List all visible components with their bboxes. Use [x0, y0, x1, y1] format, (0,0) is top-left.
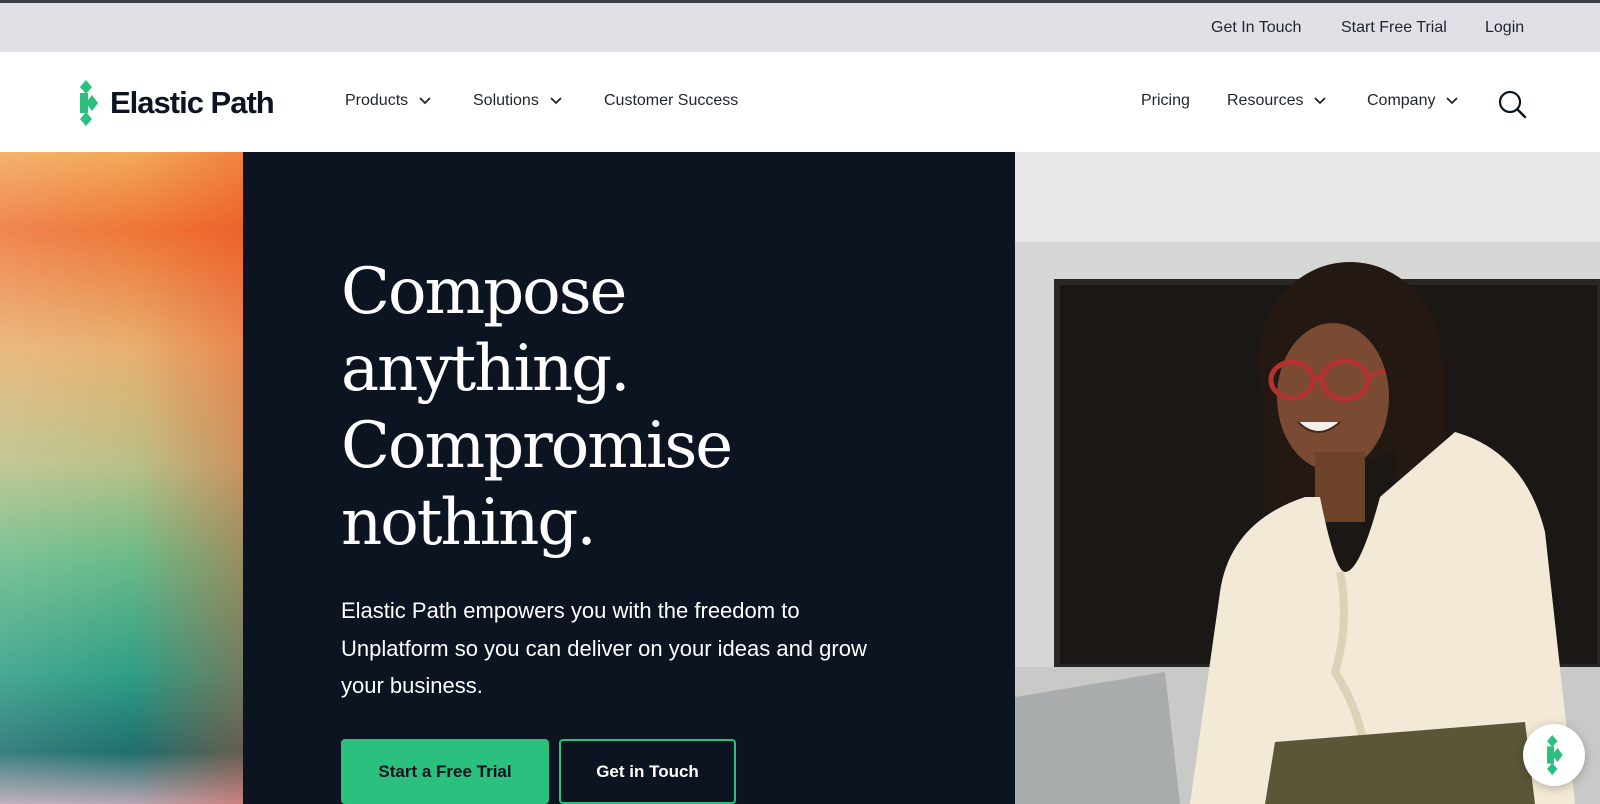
elastic-path-logo-icon: [80, 80, 98, 126]
nav-pricing[interactable]: Pricing: [1141, 92, 1190, 110]
chat-widget-button[interactable]: [1523, 724, 1585, 786]
elastic-path-logo-icon: [1547, 735, 1563, 775]
get-in-touch-link[interactable]: Get In Touch: [1211, 19, 1301, 37]
nav-company-label: Company: [1367, 92, 1436, 109]
nav-customer-success[interactable]: Customer Success: [604, 92, 738, 110]
utility-bar: Get In Touch Start Free Trial Login: [0, 0, 1600, 52]
headline-line: Compromise: [341, 409, 733, 483]
hero-headline: Compose anything. Compromise nothing.: [341, 254, 981, 562]
start-free-trial-link[interactable]: Start Free Trial: [1341, 19, 1447, 37]
woman-at-desk-illustration: [1015, 152, 1600, 804]
nav-resources[interactable]: Resources: [1227, 92, 1327, 110]
decorative-gradient: [0, 152, 243, 804]
chevron-down-icon: [419, 97, 431, 105]
nav-products[interactable]: Products: [345, 92, 431, 110]
hero-photo: [1015, 152, 1600, 804]
nav-products-label: Products: [345, 92, 409, 109]
main-navigation: Elastic Path Products Solutions Customer…: [0, 52, 1600, 152]
login-link[interactable]: Login: [1485, 19, 1524, 37]
hero-section: Compose anything. Compromise nothing. El…: [0, 152, 1600, 804]
chevron-down-icon: [550, 97, 562, 105]
nav-resources-label: Resources: [1227, 92, 1304, 109]
get-in-touch-button[interactable]: Get in Touch: [559, 739, 736, 804]
nav-company[interactable]: Company: [1367, 92, 1459, 110]
headline-line: Compose: [341, 255, 627, 329]
headline-line: nothing.: [341, 486, 597, 560]
chevron-down-icon: [1314, 97, 1327, 105]
nav-solutions-label: Solutions: [473, 92, 539, 109]
nav-solutions[interactable]: Solutions: [473, 92, 562, 110]
start-free-trial-button[interactable]: Start a Free Trial: [341, 739, 549, 804]
site-logo[interactable]: Elastic Path: [78, 80, 275, 126]
chevron-down-icon: [1446, 97, 1459, 105]
logo-wordmark: Elastic Path: [110, 85, 275, 120]
search-icon[interactable]: [1497, 89, 1527, 119]
headline-line: anything.: [341, 332, 630, 406]
nav-customer-success-label: Customer Success: [604, 92, 739, 109]
hero-subtext: Elastic Path empowers you with the freed…: [341, 598, 867, 698]
nav-pricing-label: Pricing: [1141, 92, 1190, 109]
